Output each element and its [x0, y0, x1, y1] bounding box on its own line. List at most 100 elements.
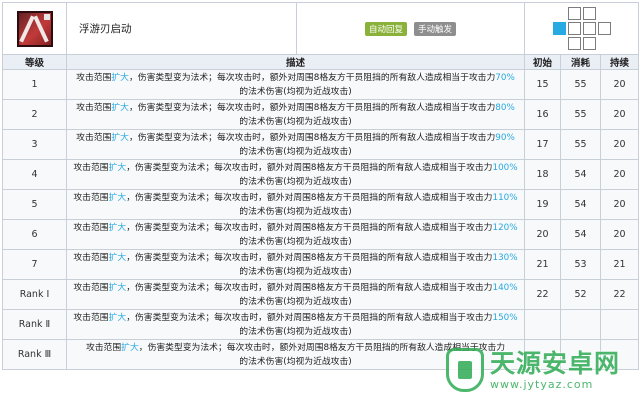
- sp-cost-cell: 53: [560, 249, 601, 280]
- level-cell: 3: [2, 129, 67, 160]
- desc-highlight-range: 扩大: [108, 282, 127, 293]
- range-cell: [523, 2, 640, 55]
- desc-text: 攻击范围: [76, 72, 112, 83]
- desc-highlight-range: 扩大: [108, 162, 127, 173]
- header-level: 等级: [2, 54, 67, 70]
- initial-sp-cell: 16: [524, 99, 561, 130]
- desc-text: 攻击范围: [73, 222, 109, 233]
- desc-text: ，伤害类型变为法术；每次攻击时，额外对周围8格友方干员阻挡的所有敌人造成相当于攻…: [126, 282, 493, 293]
- desc-highlight-range: 扩大: [111, 72, 129, 83]
- table-row: 7 攻击范围扩大，伤害类型变为法术；每次攻击时，额外对周围8格友方干员阻挡的所有敌…: [2, 249, 640, 280]
- level-cell: 4: [2, 159, 67, 190]
- sp-cost-cell: 55: [560, 129, 601, 160]
- desc-highlight-range: 扩大: [108, 252, 127, 263]
- table-row: Rank Ⅱ 攻击范围扩大，伤害类型变为法术；每次攻击时，额外对周围8格友方干员阻…: [2, 309, 640, 340]
- desc-text: ，伤害类型变为法术；每次攻击时，额外对周围8格友方干员阻挡的所有敌人造成相当于攻…: [126, 312, 493, 323]
- header-cost: 消耗: [560, 54, 601, 70]
- level-cell: Rank Ⅱ: [2, 309, 67, 340]
- desc-highlight-percent: 110%: [492, 192, 518, 203]
- range-empty-tile: [553, 7, 566, 20]
- desc-highlight-range: 扩大: [108, 312, 127, 323]
- desc-text: 的法术伤害(均视为近战攻击): [239, 326, 352, 337]
- shield-logo-icon: [446, 348, 484, 392]
- initial-sp-cell: [524, 309, 561, 340]
- desc-text: 攻击范围: [73, 162, 109, 173]
- initial-sp-cell: 15: [524, 69, 561, 100]
- desc-text: 攻击范围: [73, 282, 109, 293]
- header-initial: 初始: [524, 54, 561, 70]
- watermark-url: www.jytyaz.com: [490, 377, 594, 391]
- skill-header-row: 浮游刃启动 自动回复 手动触发: [2, 2, 640, 55]
- duration-cell: 20: [599, 219, 640, 250]
- table-header-row: 等级 描述 初始 消耗 持续: [2, 54, 640, 70]
- sp-cost-cell: 55: [560, 69, 601, 100]
- level-cell: 1: [2, 69, 67, 100]
- desc-highlight-range: 扩大: [111, 102, 129, 113]
- desc-text: 的法术伤害(均视为近战攻击): [239, 176, 352, 187]
- initial-sp-cell: 22: [524, 279, 561, 310]
- manual-trigger-badge: 手动触发: [413, 21, 456, 36]
- level-cell: 7: [2, 249, 67, 280]
- skill-icon-cell: [2, 2, 67, 55]
- desc-text: 的法术伤害(均视为近战攻击): [239, 266, 352, 277]
- desc-text: 的法术伤害(均视为近战攻击): [239, 296, 352, 307]
- range-attack-tile: [567, 7, 581, 20]
- watermark-site-name: 天源安卓网: [490, 348, 621, 378]
- level-cell: 5: [2, 189, 67, 220]
- duration-cell: 20: [599, 159, 640, 190]
- table-row: Rank Ⅰ 攻击范围扩大，伤害类型变为法术；每次攻击时，额外对周围8格友方干员阻…: [2, 279, 640, 310]
- auto-recovery-badge: 自动回复: [365, 21, 408, 36]
- skill-name: 浮游刃启动: [66, 2, 297, 55]
- description-cell: 攻击范围扩大，伤害类型变为法术；每次攻击时，额外对周围8格友方干员阻挡的所有敌人…: [66, 309, 525, 340]
- duration-cell: [599, 309, 640, 340]
- description-cell: 攻击范围扩大，伤害类型变为法术；每次攻击时，额外对周围8格友方干员阻挡的所有敌人…: [66, 129, 525, 160]
- desc-highlight-percent: 140%: [492, 282, 518, 293]
- desc-highlight-range: 扩大: [111, 132, 129, 143]
- range-attack-tile: [582, 7, 596, 20]
- desc-highlight-percent: 120%: [492, 222, 518, 233]
- level-cell: 2: [2, 99, 67, 130]
- table-row: 6 攻击范围扩大，伤害类型变为法术；每次攻击时，额外对周围8格友方干员阻挡的所有敌…: [2, 219, 640, 250]
- table-row: 3 攻击范围扩大，伤害类型变为法术；每次攻击时，额外对周围8格友方干员阻挡的所有敌…: [2, 129, 640, 160]
- table-row: 1 攻击范围扩大，伤害类型变为法术；每次攻击时，额外对周围8格友方干员阻挡的所有敌…: [2, 69, 640, 100]
- duration-cell: 20: [599, 99, 640, 130]
- desc-highlight-range: 扩大: [108, 192, 127, 203]
- watermark: 天源安卓网 www.jytyaz.com: [446, 342, 638, 398]
- desc-text: ，伤害类型变为法术；每次攻击时，额外对周围8格友方干员阻挡的所有敌人造成相当于攻…: [126, 222, 493, 233]
- table-row: 4 攻击范围扩大，伤害类型变为法术；每次攻击时，额外对周围8格友方干员阻挡的所有敌…: [2, 159, 640, 190]
- desc-highlight-percent: 130%: [492, 252, 518, 263]
- skill-tags: 自动回复 手动触发: [296, 2, 525, 55]
- header-duration: 持续: [599, 54, 640, 70]
- initial-sp-cell: 19: [524, 189, 561, 220]
- initial-sp-cell: 17: [524, 129, 561, 160]
- table-row: 5 攻击范围扩大，伤害类型变为法术；每次攻击时，额外对周围8格友方干员阻挡的所有敌…: [2, 189, 640, 220]
- level-cell: 6: [2, 219, 67, 250]
- desc-text: ，伤害类型变为法术；每次攻击时，额外对周围8格友方干员阻挡的所有敌人造成相当于攻…: [128, 102, 496, 113]
- desc-text: 的法术伤害(均视为近战攻击): [239, 356, 352, 367]
- description-cell: 攻击范围扩大，伤害类型变为法术；每次攻击时，额外对周围8格友方干员阻挡的所有敌人…: [66, 99, 525, 130]
- skill-level-rows: 1 攻击范围扩大，伤害类型变为法术；每次攻击时，额外对周围8格友方干员阻挡的所有敌…: [2, 69, 640, 370]
- desc-text: 攻击范围: [76, 102, 112, 113]
- range-attack-tile: [567, 22, 581, 35]
- duration-cell: 22: [599, 279, 640, 310]
- desc-text: 攻击范围: [73, 192, 109, 203]
- duration-cell: 20: [599, 69, 640, 100]
- duration-cell: 20: [599, 129, 640, 160]
- desc-text: 的法术伤害(均视为近战攻击): [239, 206, 352, 217]
- initial-sp-cell: 21: [524, 249, 561, 280]
- range-attack-tile: [582, 37, 596, 50]
- description-cell: 攻击范围扩大，伤害类型变为法术；每次攻击时，额外对周围8格友方干员阻挡的所有敌人…: [66, 69, 525, 100]
- level-cell: Rank Ⅰ: [2, 279, 67, 310]
- attack-range-grid: [552, 7, 611, 50]
- skill-table: 浮游刃启动 自动回复 手动触发 等级 描述 初始 消耗 持续 1 攻击范围扩大，伤…: [2, 2, 640, 370]
- desc-text: 的法术伤害(均视为近战攻击): [239, 236, 352, 247]
- range-attack-tile: [567, 37, 581, 50]
- sp-cost-cell: [560, 309, 601, 340]
- description-cell: 攻击范围扩大，伤害类型变为法术；每次攻击时，额外对周围8格友方干员阻挡的所有敌人…: [66, 189, 525, 220]
- desc-highlight-range: 扩大: [108, 222, 127, 233]
- desc-text: ，伤害类型变为法术；每次攻击时，额外对周围8格友方干员阻挡的所有敌人造成相当于攻…: [126, 162, 493, 173]
- range-empty-tile: [598, 37, 611, 50]
- duration-cell: 20: [599, 189, 640, 220]
- desc-highlight-percent: 90%: [495, 132, 515, 143]
- sp-cost-cell: 54: [560, 219, 601, 250]
